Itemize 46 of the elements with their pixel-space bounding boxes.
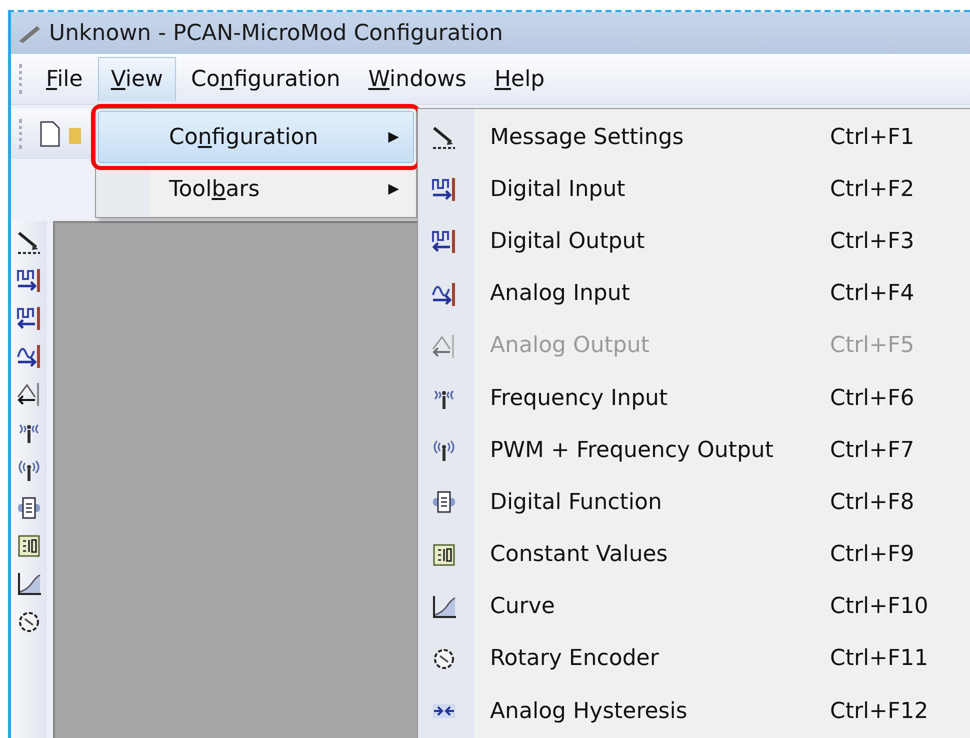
toolbar-button[interactable] (16, 343, 42, 369)
sine-wave-icon (431, 280, 457, 307)
menu-item[interactable]: Analog Hysteresis Ctrl+F12 (418, 685, 970, 738)
chip-icon (16, 495, 42, 521)
menu-item[interactable]: PWM + Frequency Output Ctrl+F7 (418, 424, 970, 476)
triangle-wave-icon (431, 332, 457, 359)
menu-item[interactable]: File (33, 57, 96, 101)
toolbar-button[interactable] (16, 609, 42, 635)
menu-item[interactable]: Digital Output Ctrl+F3 (418, 215, 970, 268)
toolbar-button[interactable] (16, 381, 42, 407)
menu-item[interactable]: Message Settings Ctrl+F1 (418, 111, 970, 164)
new-document-icon[interactable] (39, 120, 61, 148)
toolbar-button[interactable] (16, 495, 42, 521)
menu-item[interactable]: Windows (355, 57, 480, 101)
curve-chart-icon (16, 571, 42, 597)
toolbar-button[interactable] (16, 305, 42, 331)
menu-item[interactable]: Frequency Input Ctrl+F6 (418, 372, 970, 424)
menu-item[interactable]: Curve Ctrl+F10 (418, 580, 970, 633)
constant-table-icon (16, 533, 42, 559)
toolbar-button[interactable] (16, 533, 42, 559)
curve-chart-icon (431, 594, 457, 620)
pen-icon (431, 124, 457, 150)
menu-item[interactable]: Configuration (178, 57, 354, 101)
menu-item[interactable]: Constant Values Ctrl+F9 (418, 528, 970, 581)
sine-wave-icon (16, 343, 42, 369)
menu-item[interactable]: View (98, 57, 176, 101)
menu-item[interactable]: Analog Input Ctrl+F4 (418, 268, 970, 320)
triangle-wave-icon (16, 381, 42, 407)
chip-icon (431, 489, 457, 516)
square-wave-icon (431, 176, 457, 202)
toolbar-button[interactable] (16, 229, 42, 255)
pen-icon (17, 23, 41, 43)
pen-icon (16, 229, 42, 255)
menu-item[interactable]: Help (481, 57, 558, 101)
square-wave-icon (431, 228, 457, 254)
toolbar-button[interactable] (16, 267, 42, 293)
window-title: Unknown - PCAN-MicroMod Configuration (49, 20, 503, 46)
menu-item[interactable]: Rotary Encoder Ctrl+F11 (418, 632, 970, 686)
square-wave-icon (16, 267, 42, 293)
menu-item[interactable]: Toolbars ▶ (98, 163, 414, 215)
menu-item[interactable]: Digital Input Ctrl+F2 (418, 163, 970, 216)
constant-table-icon (431, 542, 457, 568)
menu-item[interactable]: Digital Function Ctrl+F8 (418, 476, 970, 528)
square-wave-icon (16, 305, 42, 331)
toolbar-button[interactable] (16, 571, 42, 597)
knob-icon (16, 609, 42, 635)
